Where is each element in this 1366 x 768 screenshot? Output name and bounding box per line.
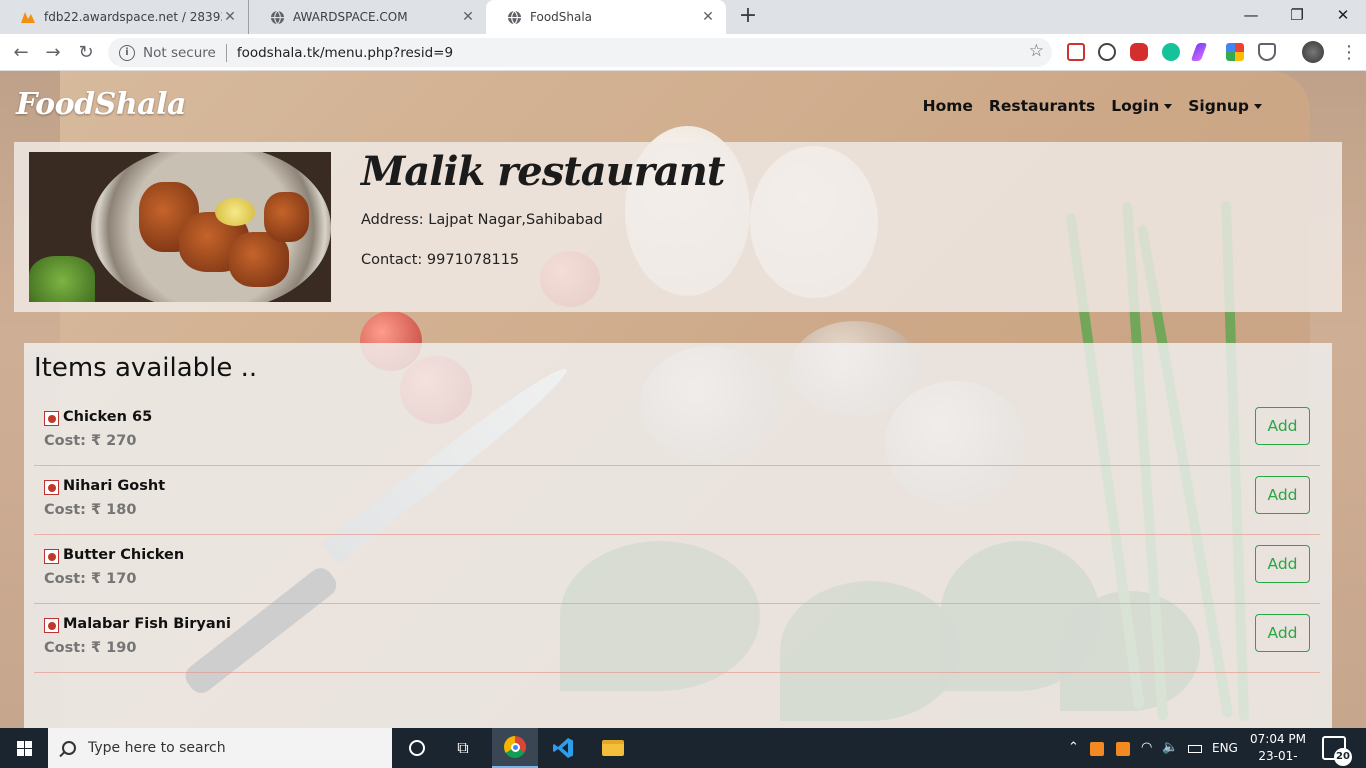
pocket-extension-icon[interactable]: [1067, 43, 1085, 61]
caret-down-icon: [1254, 103, 1262, 109]
tab-title: FoodShala: [530, 10, 593, 24]
nav-restaurants[interactable]: Restaurants: [989, 97, 1095, 115]
nav-signup-label: Signup: [1188, 97, 1249, 115]
add-to-cart-button[interactable]: Add: [1255, 614, 1310, 652]
tab-title: fdb22.awardspace.net / 2839313...: [44, 10, 222, 24]
nav-home[interactable]: Home: [923, 97, 973, 115]
menu-panel: Items available .. Chicken 65 Cost: ₹ 27…: [24, 343, 1332, 728]
info-icon[interactable]: i: [119, 44, 135, 61]
tab-phpmyadmin[interactable]: fdb22.awardspace.net / 2839313... ✕: [0, 0, 248, 34]
restaurant-contact: Contact: 9971078115: [361, 252, 520, 268]
add-to-cart-button[interactable]: Add: [1255, 476, 1310, 514]
menu-item: Chicken 65 Cost: ₹ 270 Add: [34, 397, 1320, 466]
nav-signup-dropdown[interactable]: Signup: [1188, 97, 1262, 115]
start-button[interactable]: [0, 728, 48, 768]
search-icon: [62, 741, 76, 755]
tray-app-icon[interactable]: [1116, 728, 1130, 768]
add-to-cart-button[interactable]: Add: [1255, 545, 1310, 583]
chrome-taskbar-icon[interactable]: [492, 728, 538, 768]
item-name: Butter Chicken: [63, 547, 185, 563]
browser-toolbar: ← → ↻ i Not secure foodshala.tk/menu.php…: [0, 34, 1366, 71]
tray-app-icon[interactable]: [1090, 728, 1104, 768]
security-label: Not secure: [143, 44, 216, 61]
action-center-icon[interactable]: 20: [1322, 736, 1352, 766]
clock-date: 23-01-2020: [1258, 749, 1298, 768]
youtube-extension-icon[interactable]: [1130, 43, 1148, 61]
cortana-icon[interactable]: [394, 728, 440, 768]
close-icon[interactable]: ✕: [700, 9, 716, 25]
windows-logo-icon: [16, 740, 32, 756]
language-indicator[interactable]: ENG: [1212, 728, 1238, 768]
item-name: Malabar Fish Biryani: [63, 616, 231, 632]
wifi-icon[interactable]: ◠: [1141, 728, 1152, 768]
item-name: Nihari Gosht: [63, 478, 166, 494]
system-clock[interactable]: 07:04 PM 23-01-2020: [1248, 731, 1308, 768]
menu-dots-icon[interactable]: ⋮: [1336, 40, 1362, 66]
item-name: Chicken 65: [63, 409, 153, 425]
restaurant-photo: [29, 152, 331, 302]
close-icon[interactable]: ✕: [222, 9, 238, 25]
taskbar-search[interactable]: Type here to search: [48, 728, 392, 768]
divider: [225, 43, 227, 62]
search-placeholder: Type here to search: [88, 740, 226, 756]
item-cost: Cost: ₹ 190: [44, 640, 137, 656]
phpmyadmin-icon: [20, 9, 36, 25]
nav-login-label: Login: [1111, 97, 1160, 115]
add-to-cart-button[interactable]: Add: [1255, 407, 1310, 445]
battery-icon[interactable]: [1188, 728, 1202, 768]
profile-avatar[interactable]: [1302, 41, 1324, 63]
item-cost: Cost: ₹ 270: [44, 433, 137, 449]
close-icon[interactable]: ✕: [460, 9, 476, 25]
nonveg-icon: [44, 480, 59, 495]
chevron-up-icon[interactable]: ⌃: [1068, 728, 1079, 768]
item-cost: Cost: ₹ 180: [44, 502, 137, 518]
globe-icon: [506, 9, 522, 25]
pen-extension-icon[interactable]: [1190, 43, 1208, 61]
page-viewport: FoodShala Home Restaurants Login Signup …: [0, 71, 1366, 728]
forward-icon[interactable]: →: [40, 40, 66, 66]
task-view-icon[interactable]: ⧉: [440, 728, 486, 768]
caret-down-icon: [1164, 103, 1173, 109]
grammarly-extension-icon[interactable]: [1162, 43, 1180, 61]
shield-extension-icon[interactable]: [1258, 43, 1276, 61]
nonveg-icon: [44, 549, 59, 564]
colorpicker-extension-icon[interactable]: [1226, 43, 1244, 61]
windows-taskbar: Type here to search ⧉ ⌃ ◠ 🔈 ENG 07:04 PM…: [0, 728, 1366, 768]
site-logo[interactable]: FoodShala: [16, 87, 186, 122]
vscode-taskbar-icon[interactable]: [540, 728, 586, 768]
menu-heading: Items available ..: [34, 353, 258, 383]
item-cost: Cost: ₹ 170: [44, 571, 137, 587]
globe-icon: [269, 9, 285, 25]
bookmark-star-icon[interactable]: ☆: [1029, 41, 1044, 61]
browser-tab-strip: fdb22.awardspace.net / 2839313... ✕ AWAR…: [0, 0, 1366, 34]
clock-time: 07:04 PM: [1250, 732, 1306, 746]
menu-item: Butter Chicken Cost: ₹ 170 Add: [34, 535, 1320, 604]
restaurant-address: Address: Lajpat Nagar,Sahibabad: [361, 212, 603, 228]
new-tab-button[interactable]: +: [736, 5, 760, 29]
notification-count: 20: [1334, 748, 1352, 766]
volume-icon[interactable]: 🔈: [1162, 728, 1178, 768]
nonveg-icon: [44, 411, 59, 426]
tab-title: AWARDSPACE.COM: [293, 10, 408, 24]
address-bar[interactable]: i Not secure foodshala.tk/menu.php?resid…: [108, 38, 1052, 67]
restaurant-name: Malik restaurant: [361, 148, 725, 195]
reload-icon[interactable]: ↻: [73, 40, 99, 66]
extension-icon[interactable]: [1098, 43, 1116, 61]
restore-icon[interactable]: ❐: [1274, 0, 1320, 30]
tab-foodshala[interactable]: FoodShala ✕: [486, 0, 726, 34]
nav-login-dropdown[interactable]: Login: [1111, 97, 1173, 115]
minimize-icon[interactable]: —: [1228, 0, 1274, 30]
menu-item: Malabar Fish Biryani Cost: ₹ 190 Add: [34, 604, 1320, 673]
tab-awardspace[interactable]: AWARDSPACE.COM ✕: [248, 0, 486, 34]
url-text[interactable]: foodshala.tk/menu.php?resid=9: [237, 45, 453, 61]
back-icon[interactable]: ←: [8, 40, 34, 66]
site-navbar: Home Restaurants Login Signup: [923, 97, 1262, 115]
close-window-icon[interactable]: ✕: [1320, 0, 1366, 30]
menu-item: Nihari Gosht Cost: ₹ 180 Add: [34, 466, 1320, 535]
nonveg-icon: [44, 618, 59, 633]
restaurant-header: Malik restaurant Address: Lajpat Nagar,S…: [14, 142, 1342, 312]
file-explorer-icon[interactable]: [590, 728, 636, 768]
